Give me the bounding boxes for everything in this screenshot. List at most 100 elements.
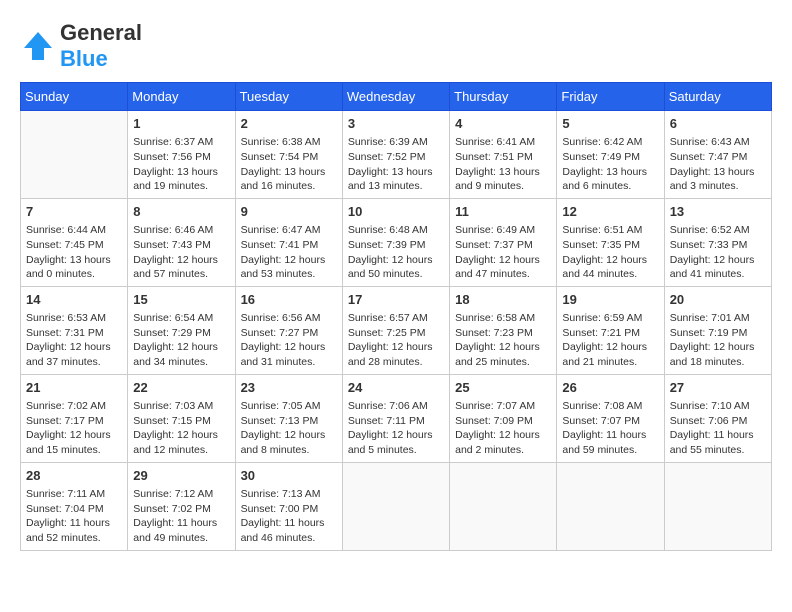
day-info: Sunrise: 7:12 AM [133,487,229,502]
calendar-cell: 20Sunrise: 7:01 AMSunset: 7:19 PMDayligh… [664,286,771,374]
day-info: Sunrise: 6:37 AM [133,135,229,150]
day-number: 3 [348,115,444,133]
day-info: Sunset: 7:04 PM [26,502,122,517]
calendar-cell: 5Sunrise: 6:42 AMSunset: 7:49 PMDaylight… [557,111,664,199]
header-tuesday: Tuesday [235,83,342,111]
day-info: Sunrise: 6:44 AM [26,223,122,238]
day-info: Sunrise: 7:13 AM [241,487,337,502]
day-info: and 13 minutes. [348,179,444,194]
day-number: 5 [562,115,658,133]
logo-icon [20,28,56,64]
day-info: Daylight: 12 hours [133,253,229,268]
day-info: and 41 minutes. [670,267,766,282]
day-info: Sunset: 7:39 PM [348,238,444,253]
day-info: Sunset: 7:13 PM [241,414,337,429]
calendar-cell: 26Sunrise: 7:08 AMSunset: 7:07 PMDayligh… [557,374,664,462]
calendar-cell: 19Sunrise: 6:59 AMSunset: 7:21 PMDayligh… [557,286,664,374]
day-info: and 16 minutes. [241,179,337,194]
header-friday: Friday [557,83,664,111]
day-info: Daylight: 13 hours [562,165,658,180]
calendar-cell: 21 Sunrise: 7:02 AMSunset: 7:17 PMDayligh… [21,374,128,462]
day-number: 27 [670,379,766,397]
day-info: Daylight: 13 hours [133,165,229,180]
day-info: Sunset: 7:33 PM [670,238,766,253]
day-info: and 25 minutes. [455,355,551,370]
day-info: Daylight: 12 hours [455,253,551,268]
day-info: Sunrise: 6:49 AM [455,223,551,238]
day-info: Daylight: 13 hours [26,253,122,268]
day-info: Sunset: 7:09 PM [455,414,551,429]
day-info: Sunrise: 7:02 AM [26,399,122,414]
day-number: 14 [26,291,122,309]
calendar-header-row: SundayMondayTuesdayWednesdayThursdayFrid… [21,83,772,111]
day-info: Sunset: 7:25 PM [348,326,444,341]
calendar-cell: 4Sunrise: 6:41 AMSunset: 7:51 PMDaylight… [450,111,557,199]
day-info: and 18 minutes. [670,355,766,370]
day-info: Sunrise: 6:38 AM [241,135,337,150]
logo-text: General Blue [60,20,142,72]
day-info: Sunrise: 6:48 AM [348,223,444,238]
day-info: Daylight: 12 hours [241,340,337,355]
calendar-cell: 11Sunrise: 6:49 AMSunset: 7:37 PMDayligh… [450,198,557,286]
day-info: Sunrise: 6:59 AM [562,311,658,326]
day-number: 8 [133,203,229,221]
day-info: Daylight: 12 hours [562,340,658,355]
day-info: and 31 minutes. [241,355,337,370]
header-thursday: Thursday [450,83,557,111]
day-info: and 44 minutes. [562,267,658,282]
page-header: General Blue [20,20,772,72]
day-info: Daylight: 12 hours [26,428,122,443]
day-info: Sunrise: 6:41 AM [455,135,551,150]
calendar-cell: 1Sunrise: 6:37 AMSunset: 7:56 PMDaylight… [128,111,235,199]
day-info: Daylight: 11 hours [241,516,337,531]
calendar-table: SundayMondayTuesdayWednesdayThursdayFrid… [20,82,772,551]
day-info: Sunset: 7:54 PM [241,150,337,165]
calendar-cell: 27Sunrise: 7:10 AMSunset: 7:06 PMDayligh… [664,374,771,462]
day-info: and 9 minutes. [455,179,551,194]
day-info: Sunrise: 7:07 AM [455,399,551,414]
day-info: Daylight: 11 hours [670,428,766,443]
calendar-cell: 6Sunrise: 6:43 AMSunset: 7:47 PMDaylight… [664,111,771,199]
day-info: Daylight: 12 hours [133,428,229,443]
day-info: and 50 minutes. [348,267,444,282]
day-info: Sunset: 7:15 PM [133,414,229,429]
day-info: Sunrise: 6:52 AM [670,223,766,238]
day-info: Sunset: 7:29 PM [133,326,229,341]
day-info: Daylight: 12 hours [241,253,337,268]
day-info: and 8 minutes. [241,443,337,458]
day-info: and 52 minutes. [26,531,122,546]
day-number: 2 [241,115,337,133]
day-info: Sunset: 7:19 PM [670,326,766,341]
calendar-cell: 16Sunrise: 6:56 AMSunset: 7:27 PMDayligh… [235,286,342,374]
calendar-cell [342,462,449,550]
day-number: 9 [241,203,337,221]
day-number: 21 [26,379,122,397]
calendar-cell: 7Sunrise: 6:44 AMSunset: 7:45 PMDaylight… [21,198,128,286]
day-info: Sunset: 7:41 PM [241,238,337,253]
day-info: and 47 minutes. [455,267,551,282]
day-info: and 53 minutes. [241,267,337,282]
day-info: Sunset: 7:52 PM [348,150,444,165]
day-info: Sunset: 7:49 PM [562,150,658,165]
calendar-cell: 24Sunrise: 7:06 AMSunset: 7:11 PMDayligh… [342,374,449,462]
day-info: Sunrise: 6:47 AM [241,223,337,238]
day-info: Sunrise: 6:58 AM [455,311,551,326]
day-number: 6 [670,115,766,133]
calendar-cell: 15Sunrise: 6:54 AMSunset: 7:29 PMDayligh… [128,286,235,374]
day-info: Sunset: 7:23 PM [455,326,551,341]
calendar-cell [450,462,557,550]
day-info: and 28 minutes. [348,355,444,370]
day-info: Sunset: 7:07 PM [562,414,658,429]
day-info: Daylight: 12 hours [241,428,337,443]
calendar-cell: 29Sunrise: 7:12 AMSunset: 7:02 PMDayligh… [128,462,235,550]
day-info: Sunset: 7:51 PM [455,150,551,165]
day-info: and 55 minutes. [670,443,766,458]
day-info: and 5 minutes. [348,443,444,458]
day-info: Sunset: 7:43 PM [133,238,229,253]
day-info: Sunrise: 7:08 AM [562,399,658,414]
logo: General Blue [20,20,142,72]
day-number: 25 [455,379,551,397]
header-saturday: Saturday [664,83,771,111]
day-info: Sunset: 7:17 PM [26,414,122,429]
day-info: and 12 minutes. [133,443,229,458]
